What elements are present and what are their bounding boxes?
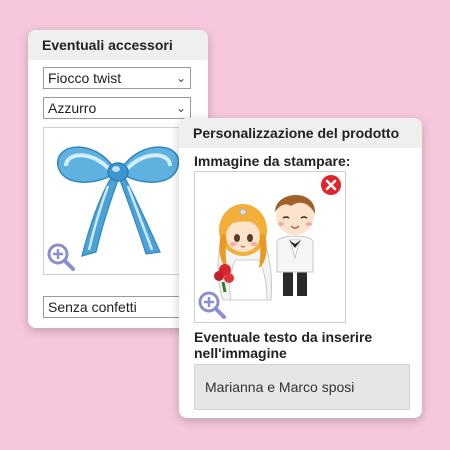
confetti-value: Senza confetti (48, 299, 137, 315)
bow-type-value: Fiocco twist (48, 70, 122, 86)
bow-type-select[interactable]: Fiocco twist ⌄ (43, 67, 191, 89)
chevron-down-icon: ⌄ (175, 71, 186, 85)
print-text-field[interactable]: Marianna e Marco sposi (194, 364, 410, 410)
personalization-title: Personalizzazione del prodotto (179, 118, 422, 148)
chevron-down-icon: ⌄ (175, 101, 186, 115)
bow-color-value: Azzurro (48, 100, 97, 116)
bow-image (43, 127, 191, 275)
bow-color-select[interactable]: Azzurro ⌄ (43, 97, 191, 119)
personalization-panel: Personalizzazione del prodotto Immagine … (179, 118, 422, 418)
accessories-title: Eventuali accessori (28, 30, 208, 60)
text-label: Eventuale testo da inserire nell'immagin… (194, 329, 373, 361)
zoom-in-icon[interactable] (197, 290, 227, 320)
zoom-in-icon[interactable] (46, 242, 76, 272)
confetti-select[interactable]: Senza confetti (43, 296, 191, 318)
image-label: Immagine da stampare: (194, 153, 351, 169)
remove-image-icon[interactable] (320, 174, 342, 196)
